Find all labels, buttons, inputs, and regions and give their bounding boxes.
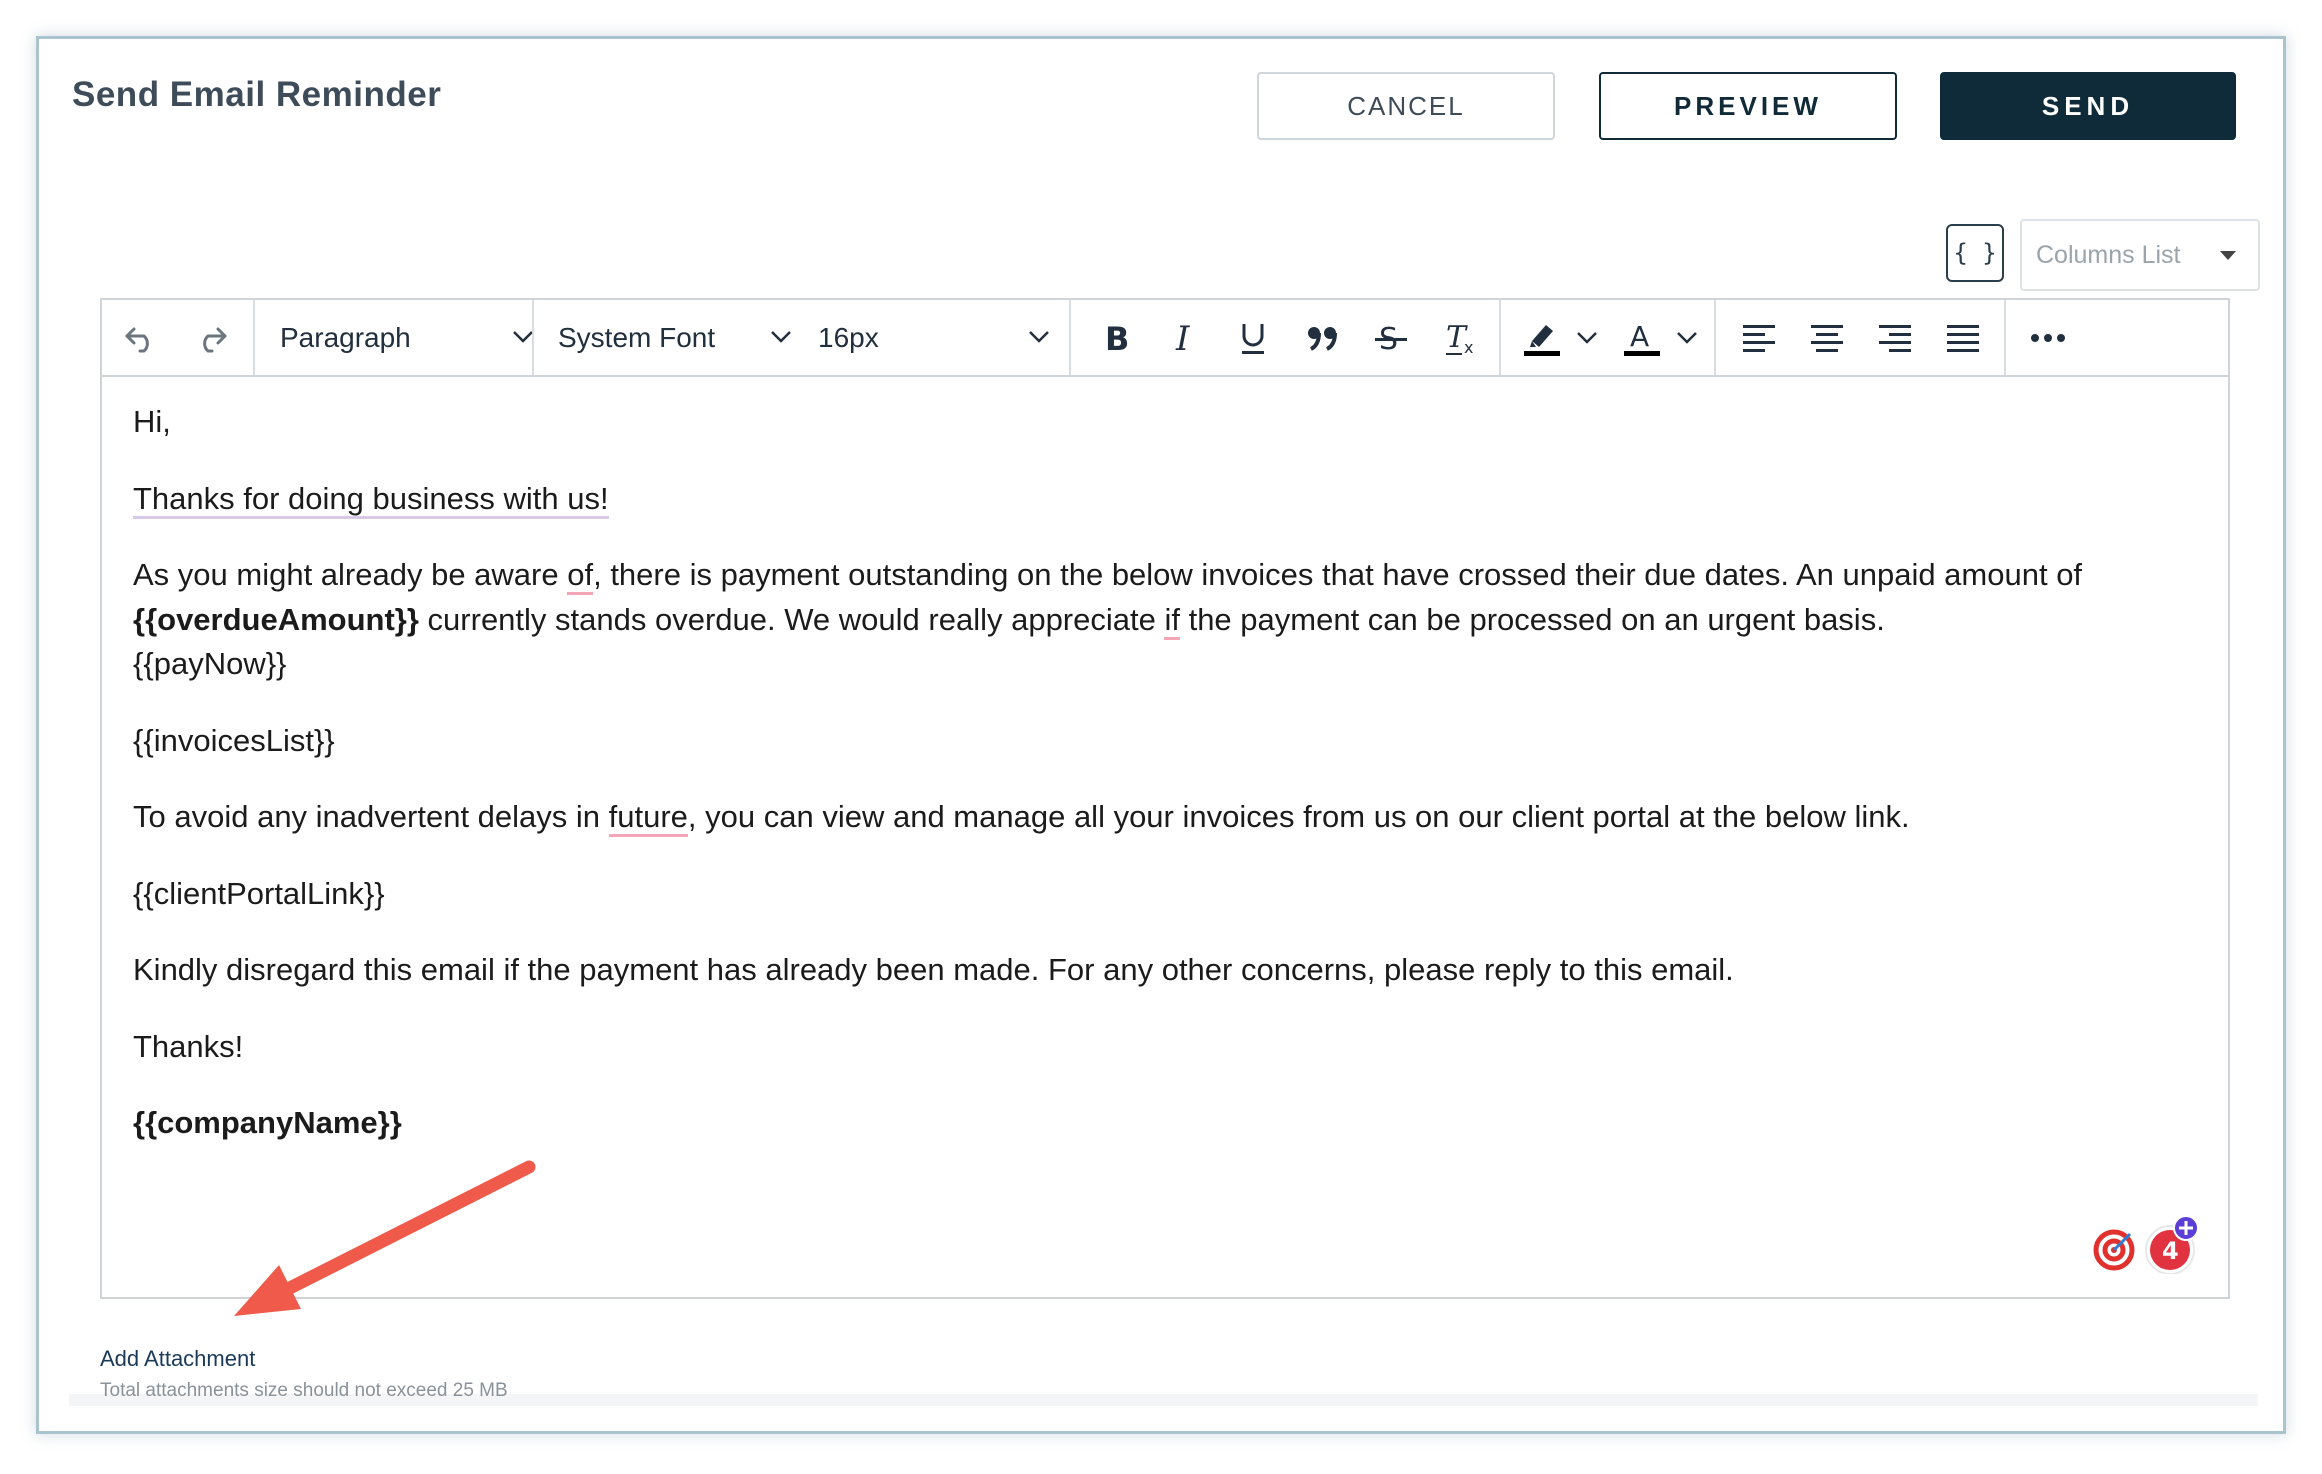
annotation-arrow-icon — [234, 1160, 536, 1316]
email-reminder-dialog: Send Email Reminder CANCEL PREVIEW SEND … — [36, 36, 2286, 1434]
